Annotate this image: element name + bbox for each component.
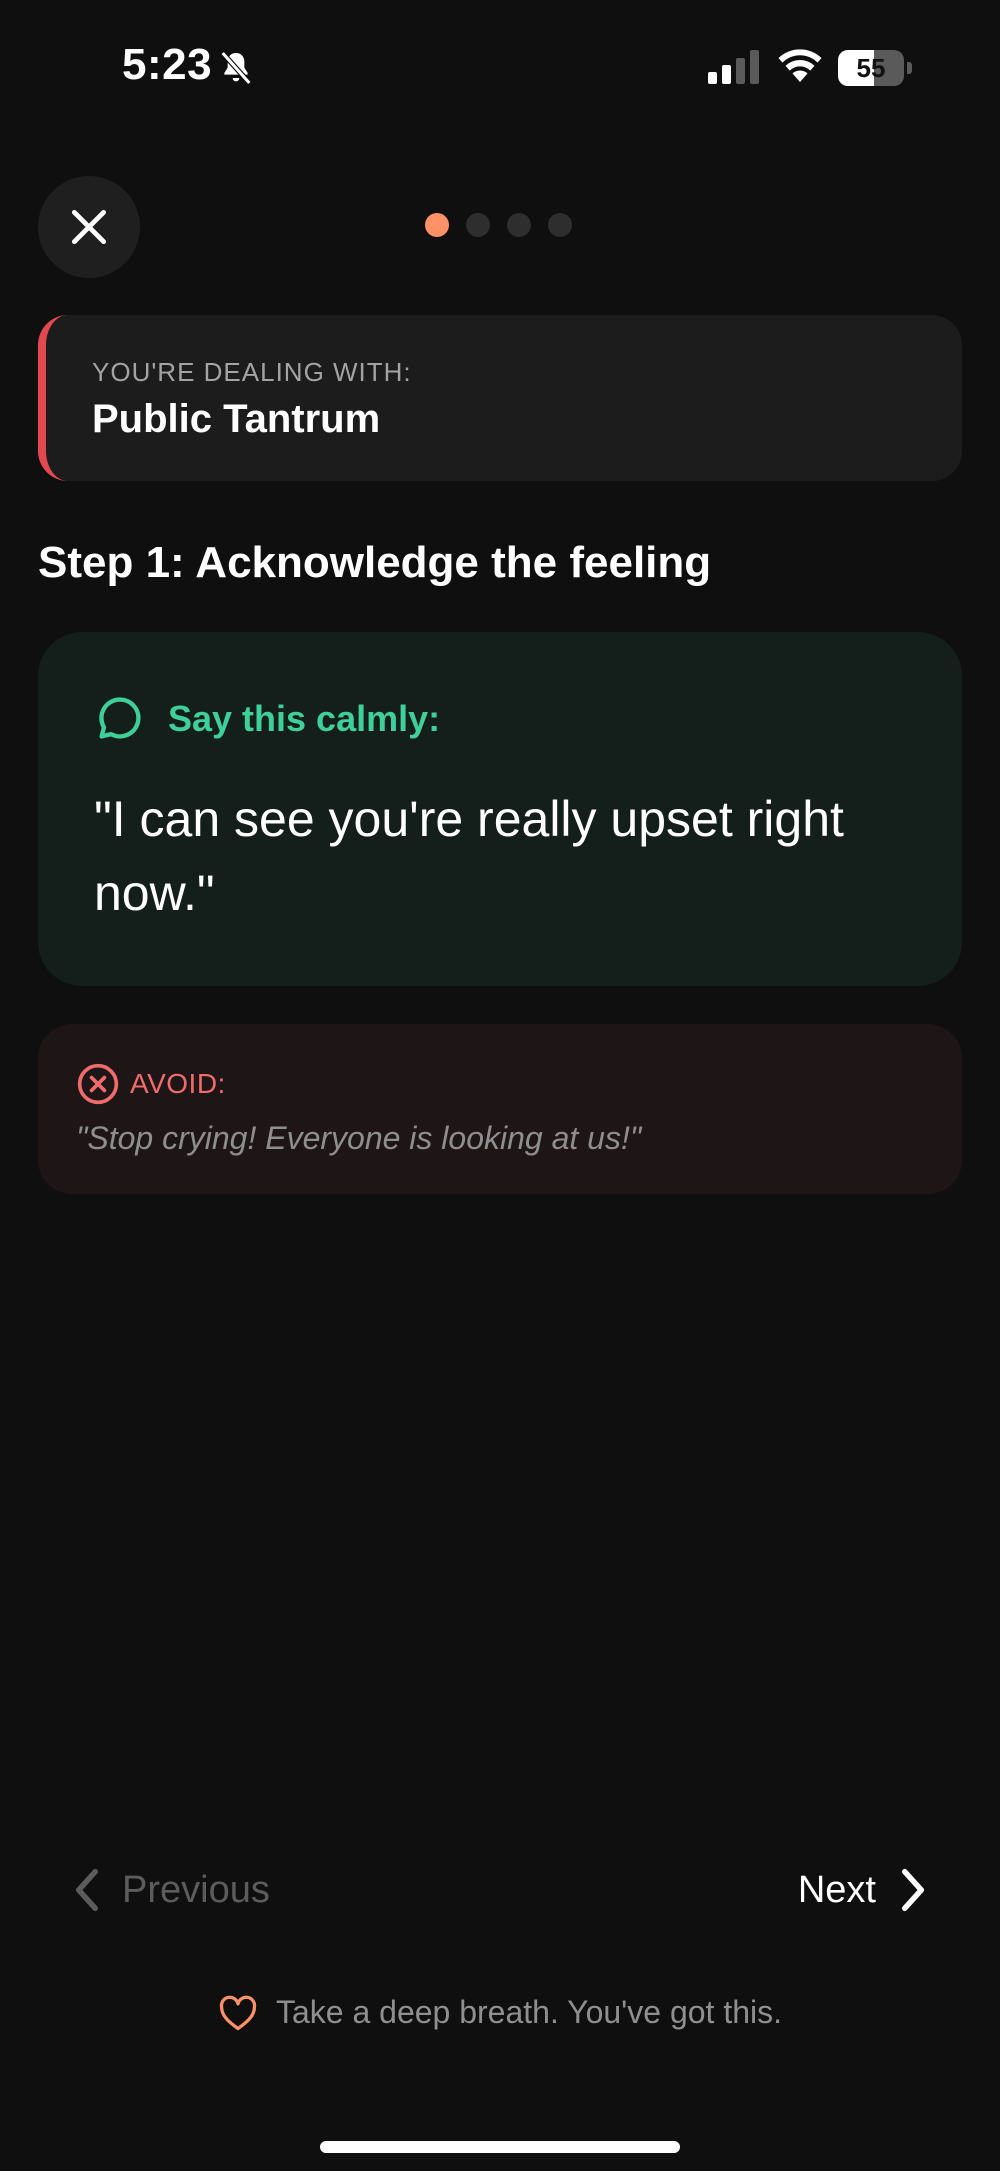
previous-label: Previous: [122, 1868, 270, 1911]
dealing-with-card: YOU'RE DEALING WITH: Public Tantrum: [38, 315, 962, 481]
bell-off-icon: [220, 51, 252, 85]
encouragement-text: Take a deep breath. You've got this.: [275, 1994, 783, 2030]
next-label: Next: [797, 1868, 876, 1911]
next-button[interactable]: Next: [798, 1860, 928, 1920]
say-this-quote: "I can see you're really upset right now…: [94, 791, 844, 921]
speech-bubble-icon: [99, 697, 141, 739]
step-dot-3: [507, 213, 531, 237]
status-bar: 5:23 55: [0, 0, 1000, 140]
chevron-right-icon: [902, 1868, 924, 1912]
battery-level: 55: [856, 53, 886, 83]
say-this-card: Say this calmly: "I can see you're reall…: [38, 632, 962, 986]
step-dot-1: [425, 213, 449, 237]
step-indicator: [425, 213, 572, 237]
encouragement-message: Take a deep breath. You've got this.: [0, 1994, 1000, 2031]
dealing-with-label: YOU'RE DEALING WITH:: [92, 357, 412, 387]
home-indicator[interactable]: [320, 2141, 680, 2153]
signal-icon: [708, 50, 759, 84]
close-icon: [71, 209, 107, 245]
heart-icon: [219, 1995, 257, 2030]
avoid-quote: "Stop crying! Everyone is looking at us!…: [76, 1120, 642, 1156]
situation-title: Public Tantrum: [92, 397, 381, 441]
step-dot-4: [548, 213, 572, 237]
chevron-left-icon: [76, 1868, 98, 1912]
x-circle-icon: [77, 1063, 119, 1105]
step-dot-2: [466, 213, 490, 237]
say-this-label: Say this calmly:: [168, 698, 441, 739]
battery-icon: 55: [838, 50, 912, 86]
wifi-icon: [778, 49, 822, 82]
previous-button[interactable]: Previous: [72, 1860, 270, 1920]
status-time: 5:23: [122, 40, 213, 89]
avoid-card: AVOID: "Stop crying! Everyone is looking…: [38, 1024, 962, 1194]
close-button[interactable]: [38, 176, 140, 278]
avoid-label: AVOID:: [130, 1068, 226, 1099]
step-title: Step 1: Acknowledge the feeling: [38, 538, 712, 587]
